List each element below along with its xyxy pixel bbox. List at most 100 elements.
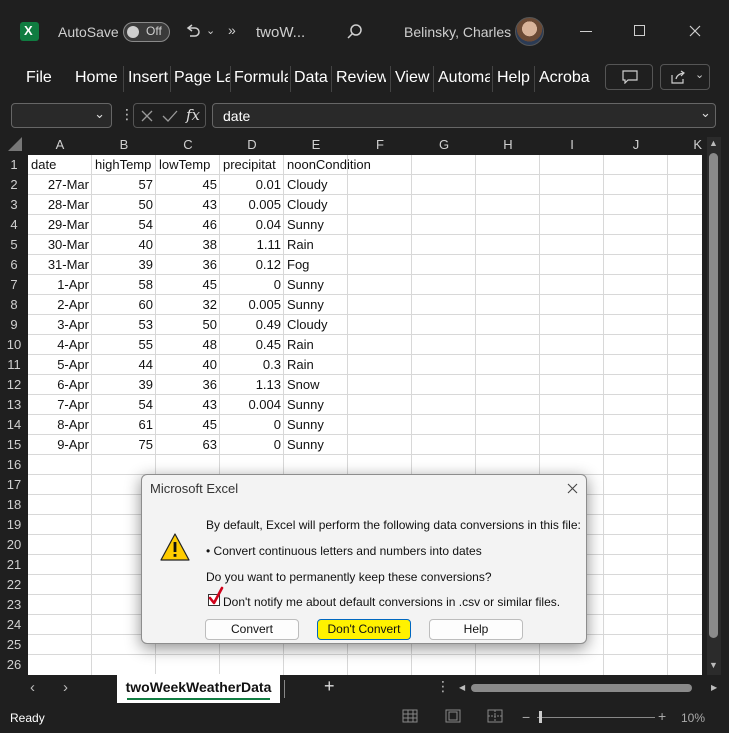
convert-button[interactable]: Convert [205, 619, 299, 640]
tab-acrobat[interactable]: Acroba [539, 69, 593, 87]
scroll-up-icon[interactable]: ▲ [709, 138, 718, 148]
row-header[interactable]: 19 [0, 515, 28, 535]
column-header-k[interactable]: K [668, 135, 702, 155]
cancel-icon[interactable] [140, 109, 154, 123]
name-box[interactable]: ⌄ [11, 103, 112, 128]
cell-date[interactable]: 29-Mar [28, 215, 92, 235]
cell-low-temp[interactable]: 48 [156, 335, 220, 355]
row-header[interactable]: 23 [0, 595, 28, 615]
cell-date[interactable]: 27-Mar [28, 175, 92, 195]
cell-precipitation[interactable]: 0.005 [220, 195, 284, 215]
column-header-f[interactable]: F [348, 135, 412, 155]
cell-precipitation[interactable]: 0.04 [220, 215, 284, 235]
tab-automate[interactable]: Automa [438, 69, 490, 87]
column-header-a[interactable]: A [28, 135, 92, 155]
tab-page-layout[interactable]: Page La [174, 69, 230, 87]
cell-date[interactable]: 3-Apr [28, 315, 92, 335]
row-header[interactable]: 18 [0, 495, 28, 515]
cell-high-temp[interactable]: 60 [92, 295, 156, 315]
row-header[interactable]: 10 [0, 335, 28, 355]
help-button[interactable]: Help [429, 619, 523, 640]
row-header[interactable]: 11 [0, 355, 28, 375]
cell-low-temp[interactable]: 43 [156, 395, 220, 415]
zoom-slider[interactable] [537, 717, 655, 718]
vertical-scroll-thumb[interactable] [709, 153, 718, 638]
undo-dropdown-icon[interactable]: ⌄ [206, 24, 215, 37]
row-header[interactable]: 16 [0, 455, 28, 475]
more-options-icon[interactable]: ⋮ [120, 106, 134, 123]
search-icon[interactable] [346, 23, 364, 41]
cell-low-temp[interactable]: 45 [156, 415, 220, 435]
column-header-h[interactable]: H [476, 135, 540, 155]
row-header[interactable]: 26 [0, 655, 28, 675]
header-cell[interactable]: highTemp [92, 155, 156, 175]
cell-date[interactable]: 4-Apr [28, 335, 92, 355]
row-header[interactable]: 1 [0, 155, 28, 175]
cell-high-temp[interactable]: 39 [92, 255, 156, 275]
zoom-slider-thumb[interactable] [539, 711, 542, 723]
cell-low-temp[interactable]: 40 [156, 355, 220, 375]
enter-icon[interactable] [162, 109, 178, 123]
cell-date[interactable]: 6-Apr [28, 375, 92, 395]
cell-high-temp[interactable]: 39 [92, 375, 156, 395]
column-header-j[interactable]: J [604, 135, 668, 155]
cell-low-temp[interactable]: 43 [156, 195, 220, 215]
tab-review[interactable]: Review [336, 69, 386, 87]
tab-view[interactable]: View [395, 69, 431, 87]
cell-date[interactable]: 9-Apr [28, 435, 92, 455]
cell-low-temp[interactable]: 36 [156, 255, 220, 275]
header-cell[interactable]: lowTemp [156, 155, 220, 175]
prev-sheet-icon[interactable]: ‹ [30, 679, 35, 696]
chevron-down-icon[interactable]: ⌄ [94, 106, 105, 122]
cell-precipitation[interactable]: 0.12 [220, 255, 284, 275]
cell-date[interactable]: 31-Mar [28, 255, 92, 275]
header-cell[interactable]: noonCondition [284, 155, 412, 175]
row-header[interactable]: 9 [0, 315, 28, 335]
column-header-c[interactable]: C [156, 135, 220, 155]
sheet-tab-active[interactable]: twoWeekWeatherData [117, 674, 280, 703]
excel-logo-icon[interactable]: X [20, 22, 39, 41]
more-commands-icon[interactable]: » [228, 22, 236, 38]
cell-date[interactable]: 8-Apr [28, 415, 92, 435]
cell-high-temp[interactable]: 75 [92, 435, 156, 455]
scroll-left-icon[interactable]: ◀ [459, 683, 465, 692]
fx-icon[interactable]: fx [186, 106, 200, 124]
close-icon[interactable] [689, 25, 701, 37]
cell-low-temp[interactable]: 32 [156, 295, 220, 315]
next-sheet-icon[interactable]: › [63, 679, 68, 696]
zoom-out-icon[interactable]: − [522, 709, 530, 725]
close-icon[interactable] [567, 483, 578, 494]
row-header[interactable]: 5 [0, 235, 28, 255]
add-sheet-icon[interactable]: + [324, 676, 335, 697]
page-layout-icon[interactable] [445, 709, 461, 723]
checkbox-label[interactable]: Don't notify me about default conversion… [223, 595, 560, 609]
expand-formula-icon[interactable]: ⌄ [700, 105, 711, 121]
horizontal-scroll-thumb[interactable] [471, 684, 692, 692]
cell-precipitation[interactable]: 1.13 [220, 375, 284, 395]
column-header-i[interactable]: I [540, 135, 604, 155]
cell-high-temp[interactable]: 54 [92, 395, 156, 415]
row-header[interactable]: 21 [0, 555, 28, 575]
column-header-e[interactable]: E [284, 135, 348, 155]
cell-date[interactable]: 7-Apr [28, 395, 92, 415]
cell-high-temp[interactable]: 61 [92, 415, 156, 435]
cell-noon-condition[interactable]: Sunny [284, 435, 348, 455]
cell-high-temp[interactable]: 58 [92, 275, 156, 295]
row-header[interactable]: 7 [0, 275, 28, 295]
cell-date[interactable]: 5-Apr [28, 355, 92, 375]
tab-home[interactable]: Home [75, 69, 121, 87]
row-header[interactable]: 12 [0, 375, 28, 395]
scroll-down-icon[interactable]: ▼ [709, 660, 718, 670]
cell-precipitation[interactable]: 0 [220, 435, 284, 455]
cell-high-temp[interactable]: 57 [92, 175, 156, 195]
column-header-d[interactable]: D [220, 135, 284, 155]
cell-low-temp[interactable]: 36 [156, 375, 220, 395]
cell-precipitation[interactable]: 0.3 [220, 355, 284, 375]
cell-high-temp[interactable]: 44 [92, 355, 156, 375]
row-header[interactable]: 3 [0, 195, 28, 215]
row-header[interactable]: 14 [0, 415, 28, 435]
page-break-icon[interactable] [487, 709, 503, 723]
share-button[interactable]: ⌄ [660, 64, 710, 90]
scroll-right-icon[interactable]: ▶ [711, 683, 717, 692]
row-header[interactable]: 25 [0, 635, 28, 655]
